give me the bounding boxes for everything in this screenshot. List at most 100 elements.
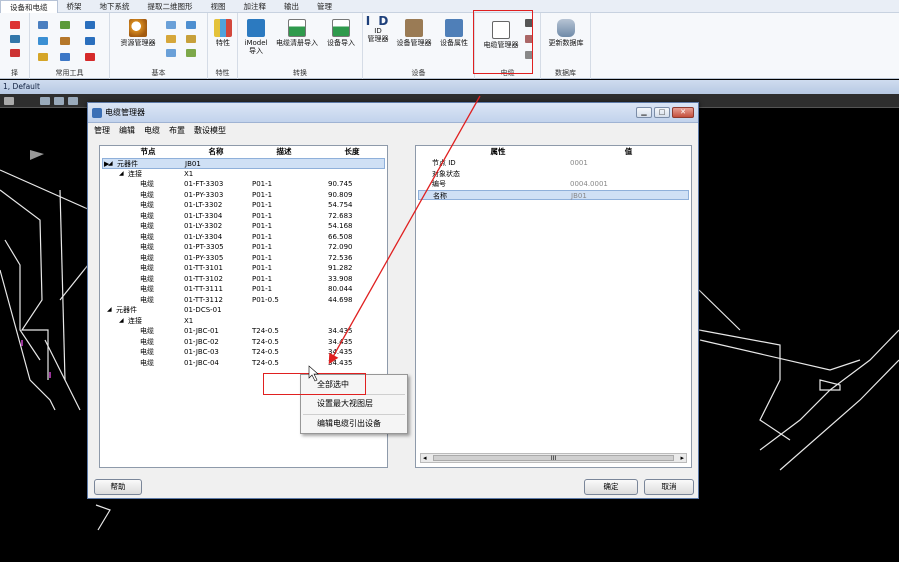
help-button[interactable]: 帮助 (94, 479, 142, 495)
tool-icon[interactable] (60, 37, 70, 45)
close-icon[interactable] (10, 21, 20, 29)
tree-row[interactable]: 电缆 01-TT-3111 P01-1 80.044 (102, 284, 385, 295)
tool-icon[interactable] (85, 21, 95, 29)
tree-row[interactable]: 电缆 01-FT-3303 P01-1 90.745 (102, 179, 385, 190)
tree-row[interactable]: 电缆 01-TT-3102 P01-1 33.908 (102, 274, 385, 285)
tree-row[interactable]: ◢ 连接 X1 (102, 316, 385, 327)
tool-icon[interactable] (60, 53, 70, 61)
menu-cable[interactable]: 电缆 (144, 125, 160, 136)
id-manager-button[interactable]: I D ID 管理器 (365, 15, 391, 43)
tab-output[interactable]: 输出 (275, 0, 308, 13)
cube-icon[interactable] (186, 35, 196, 43)
property-row[interactable]: 名称 JB01 (418, 189, 689, 202)
device-import-button[interactable]: 设备导入 (322, 19, 360, 47)
expand-arrow-icon[interactable]: ◢ (119, 316, 124, 327)
tree-row[interactable]: 电缆 01-JBC-03 T24-0.5 34.435 (102, 347, 385, 358)
device-manager-button[interactable]: 设备管理器 (393, 19, 435, 47)
group-label-convert: 转换 (293, 69, 307, 77)
view-tool-icon[interactable] (4, 97, 14, 105)
menu-edit[interactable]: 编辑 (119, 125, 135, 136)
tree-row[interactable]: 电缆 01-TT-3112 P01-0.5 44.698 (102, 295, 385, 306)
tab-extract-2d[interactable]: 提取二维图形 (139, 0, 202, 13)
tab-device-cable[interactable]: 设备和电缆 (0, 0, 58, 13)
minimize-button[interactable]: ▁ (636, 107, 652, 118)
close-button[interactable]: ✕ (672, 107, 694, 118)
tree-row[interactable]: 电缆 01-PY-3305 P01-1 72.536 (102, 253, 385, 264)
property-row[interactable]: 编号 0004.0001 (418, 179, 689, 190)
tab-manage[interactable]: 管理 (308, 0, 341, 13)
maximize-button[interactable]: □ (654, 107, 670, 118)
row-name: 01-DCS-01 (184, 306, 222, 314)
folder-icon[interactable] (166, 35, 176, 43)
doc-icon[interactable] (166, 49, 176, 57)
tree-row[interactable]: 电缆 01-LT-3304 P01-1 72.683 (102, 211, 385, 222)
tree-row[interactable]: 电缆 01-JBC-02 T24-0.5 34.435 (102, 337, 385, 348)
scroll-left-icon[interactable]: ◂ (423, 454, 427, 462)
col-header-name[interactable]: 名称 (182, 146, 250, 157)
menu-item-max-view-layer[interactable]: 设置最大视图层 (301, 395, 407, 413)
doc-icon[interactable] (166, 21, 176, 29)
property-row[interactable]: 对象状态 (418, 169, 689, 180)
zoom-icon[interactable] (40, 97, 50, 105)
row-name: 01-LY-3302 (184, 222, 223, 230)
tree-row[interactable]: 电缆 01-TT-3101 P01-1 91.282 (102, 263, 385, 274)
cable-list-import-button[interactable]: 电缆清册导入 (273, 19, 321, 47)
tab-tray[interactable]: 桥架 (58, 0, 91, 13)
tree-row[interactable]: ▶ ◢ 元器件 JB01 (102, 158, 385, 169)
tab-annotate[interactable]: 加注释 (235, 0, 276, 13)
tree-row[interactable]: 电缆 01-LY-3304 P01-1 66.508 (102, 232, 385, 243)
tool-icon[interactable] (38, 53, 48, 61)
col-header-attribute[interactable]: 属性 (430, 146, 566, 157)
grid-icon[interactable] (186, 49, 196, 57)
col-header-desc[interactable]: 描述 (250, 146, 318, 157)
scroll-right-icon[interactable]: ▸ (680, 454, 684, 462)
expand-arrow-icon[interactable]: ◢ (119, 169, 124, 180)
dialog-title-bar[interactable]: 电缆管理器 ▁ □ ✕ (88, 103, 698, 123)
tool-icon[interactable] (38, 37, 48, 45)
tree-row[interactable]: 电缆 01-PT-3305 P01-1 72.090 (102, 242, 385, 253)
horizontal-scrollbar[interactable]: ◂ III ▸ (420, 453, 687, 463)
group-label-database: 数据库 (555, 69, 576, 77)
text-icon[interactable] (85, 53, 95, 61)
scroll-thumb[interactable]: III (433, 455, 674, 462)
row-desc: P01-1 (252, 253, 273, 262)
menu-routing-model[interactable]: 敷设模型 (194, 125, 226, 136)
group-properties: 特性 特性 (208, 13, 238, 79)
tree-row[interactable]: ◢ 元器件 01-DCS-01 (102, 305, 385, 316)
menu-layout[interactable]: 布置 (169, 125, 185, 136)
tool-icon[interactable] (38, 21, 48, 29)
property-value[interactable]: JB01 (571, 191, 587, 202)
property-row[interactable]: 节点 ID 0001 (418, 158, 689, 169)
property-panel[interactable]: 属性 值 节点 ID 0001 对象状态 编号 0004.0001 名称 JB01 ◂ II… (415, 145, 692, 468)
resource-manager-button[interactable]: 资源管理器 (114, 19, 162, 47)
tree-row[interactable]: 电缆 01-PY-3303 P01-1 90.809 (102, 190, 385, 201)
tree-row[interactable]: 电缆 01-LY-3302 P01-1 54.168 (102, 221, 385, 232)
ribbon-tab-bar: 设备和电缆 桥架 地下系统 提取二维图形 视图 加注释 输出 管理 (0, 0, 899, 13)
tree-row[interactable]: 电缆 01-LT-3302 P01-1 54.754 (102, 200, 385, 211)
col-header-node[interactable]: 节点 (114, 146, 182, 157)
clear-icon[interactable] (10, 49, 20, 57)
properties-button[interactable]: 特性 (210, 19, 236, 47)
ok-button[interactable]: 确定 (584, 479, 638, 495)
select-icon[interactable] (10, 35, 20, 43)
tree-row[interactable]: ◢ 连接 X1 (102, 169, 385, 180)
row-node: 元器件 (116, 306, 137, 314)
menu-manage[interactable]: 管理 (94, 125, 110, 136)
tool-icon[interactable] (60, 21, 70, 29)
update-db-button[interactable]: 更新数据库 (543, 19, 589, 47)
tree-row[interactable]: 电缆 01-JBC-04 T24-0.5 34.435 (102, 358, 385, 369)
col-header-value[interactable]: 值 (566, 146, 691, 157)
tree-row[interactable]: 电缆 01-JBC-01 T24-0.5 34.435 (102, 326, 385, 337)
tab-underground[interactable]: 地下系统 (91, 0, 139, 13)
tool-icon[interactable] (85, 37, 95, 45)
cancel-button[interactable]: 取消 (644, 479, 694, 495)
menu-item-edit-cable-device[interactable]: 编辑电缆引出设备 (301, 415, 407, 433)
expand-arrow-icon[interactable]: ◢ (107, 305, 112, 316)
imodel-import-button[interactable]: iModel 导入 (241, 19, 271, 55)
tab-view[interactable]: 视图 (202, 0, 235, 13)
col-header-length[interactable]: 长度 (318, 146, 386, 157)
list-icon[interactable] (186, 21, 196, 29)
zoom-icon[interactable] (68, 97, 78, 105)
device-attr-button[interactable]: 设备属性 (435, 19, 473, 47)
zoom-icon[interactable] (54, 97, 64, 105)
